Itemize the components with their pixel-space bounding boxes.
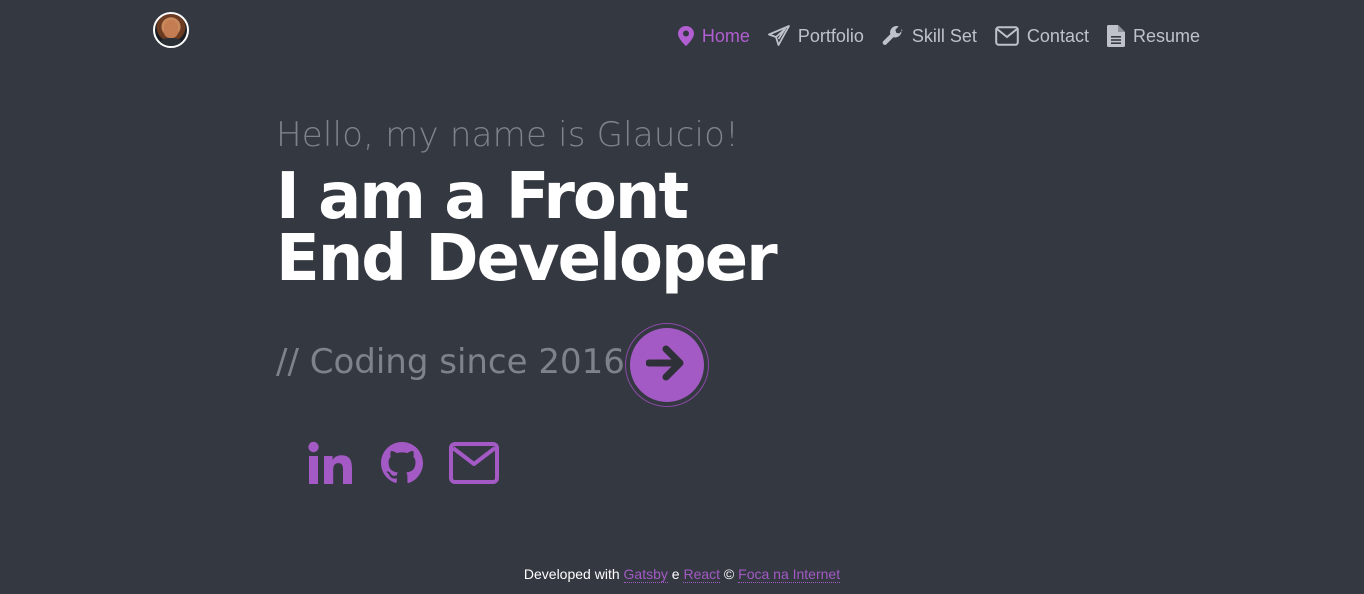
nav-label-resume: Resume [1132,25,1200,46]
paper-plane-icon [767,25,790,47]
nav-item-skill-set[interactable]: Skill Set [882,22,977,50]
nav-item-resume[interactable]: Resume [1106,22,1200,50]
envelope-icon [995,26,1019,46]
copyright-symbol: © [723,566,735,582]
nav-item-home[interactable]: Home [677,22,750,50]
arrow-right-icon [645,344,688,386]
footer-prefix: Developed with [523,566,620,582]
document-icon [1106,25,1125,47]
greeting: Hello, my name is Glaucio! [276,115,739,155]
nav-label-portfolio: Portfolio [797,25,864,46]
headline: I am a Front End Developer [276,160,778,296]
envelope-icon [449,442,499,488]
nav-label-home: Home [701,25,750,46]
wrench-icon [882,25,904,47]
headline-line-1: I am a Front [276,160,689,234]
nav-label-skill-set: Skill Set [911,25,977,46]
nav-item-contact[interactable]: Contact [995,22,1089,50]
github-link[interactable] [379,442,425,488]
main-nav: Home Portfolio Skill Set Contact Resume [677,22,1200,50]
go-button-inner [630,328,704,402]
avatar-shirt [158,38,184,46]
foca-na-internet-link[interactable]: Foca na Internet [738,566,841,583]
avatar[interactable] [153,12,189,48]
coding-since: // Coding since 2016 [276,342,625,382]
social-links [307,441,499,489]
linkedin-icon [307,441,353,489]
github-icon [380,441,424,489]
nav-item-portfolio[interactable]: Portfolio [767,22,864,50]
nav-label-contact: Contact [1026,25,1089,46]
go-button[interactable] [625,323,709,407]
react-link[interactable]: React [683,566,721,583]
gatsby-link[interactable]: Gatsby [623,566,668,583]
page: Home Portfolio Skill Set Contact Resume [0,0,1364,594]
headline-line-2: End Developer [276,222,778,296]
email-link[interactable] [449,442,499,488]
footer: Developed with Gatsby e React © Foca na … [0,566,1364,583]
map-marker-icon [677,26,694,46]
avatar-face [164,20,178,38]
footer-sep-e: e [671,566,680,582]
linkedin-link[interactable] [307,441,353,489]
